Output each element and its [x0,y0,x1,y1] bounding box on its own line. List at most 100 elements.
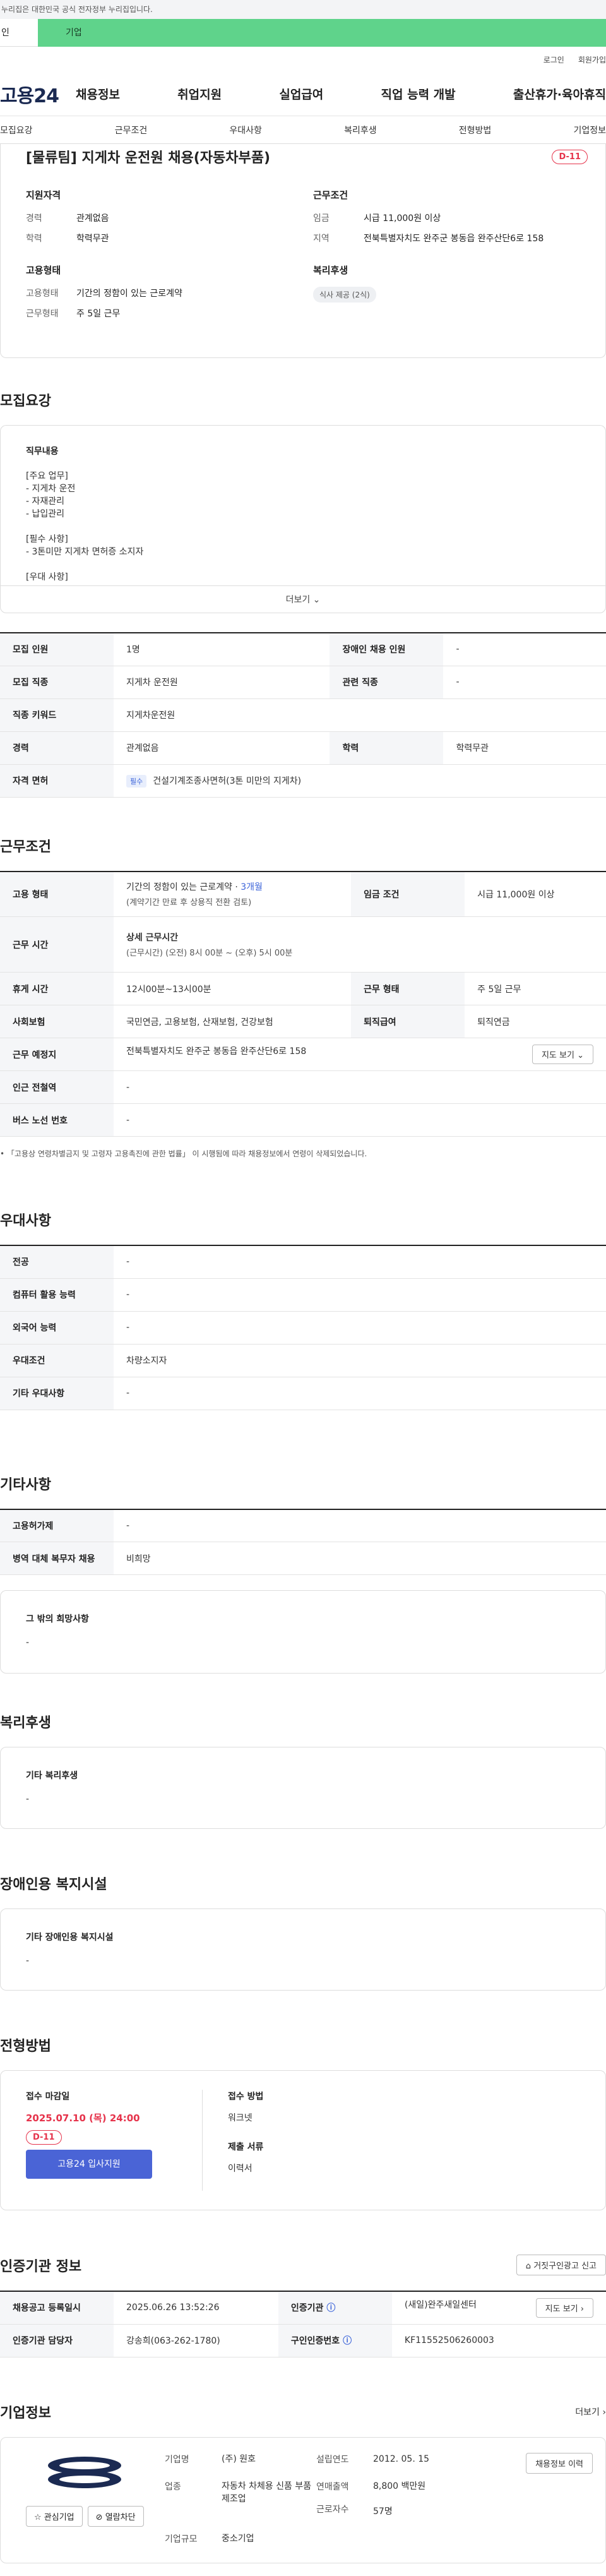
value: 필수 건설기계조종사면허(3톤 미만의 지게차) [114,764,606,798]
company-info: 기업명 (주) 원호 설립연도 2012. 05. 15 업종 자동차 차체용 신품 … [165,2453,526,2548]
value: 기간의 정함이 있는 근로계약 [76,289,182,299]
summary-cond-heading: 근무조건 [313,189,348,201]
value: 8,800 백만원 57명 [373,2480,461,2520]
more-label: 더보기 [285,595,311,605]
value: - [443,666,606,699]
method-value: 워크넷 [228,2113,252,2123]
table-row: 인증기관 담당자 강송희(063-262-1780) 구인인증번호 ⓘ KF115… [0,2324,606,2357]
method-heading: 접수 방법 [228,2092,264,2102]
value: 기간의 정함이 있는 근로계약 · 3개월 (계약기간 만료 후 상용직 전환 검… [114,871,352,917]
desc-line: - 지게차 운전 [26,484,76,494]
table-row: 근무 시간 상세 근무시간 (근무시간) (오전) 8시 00분 ~ (오후) 5… [0,916,606,973]
value: 시급 11,000원 이상 [465,871,606,917]
label: 모집 인원 [0,633,114,666]
desc-line: - 납입관리 [26,509,65,519]
label: 학력 [330,731,444,765]
report-label: 거짓구인광고 신고 [533,2261,597,2271]
map-button[interactable]: 지도 보기 ⌄ [532,1045,593,1064]
hours-value: (근무시간) (오전) 8시 00분 ~ (오후) 5시 00분 [126,949,293,958]
gnb-item-employment-support[interactable]: 취업지원 [177,85,222,102]
favorite-company-button[interactable]: ☆ 관심기업 [26,2505,83,2527]
etc-wish-box: 그 밖의 희망사항 - [0,1590,606,1674]
welfare-box: 기타 복리후생 - [0,1747,606,1829]
value: - [114,1070,606,1104]
duty-heading: 직무내용 [26,446,59,457]
table-row: 컴퓨터 활용 능력 - [0,1278,606,1312]
tab-company[interactable]: 기업 [38,19,606,47]
top-tabs: 인 기업 [0,19,606,47]
process-box: 접수 마감일 2025.07.10 (목) 24:00 D-11 고용24 입사… [0,2070,606,2210]
label: 휴게 시간 [0,972,114,1005]
anchor-tab-company[interactable]: 기업정보 [573,124,606,136]
anchor-tab-preference[interactable]: 우대사항 [229,124,262,136]
value: - [114,1103,606,1137]
home-icon: ⌂ [525,2261,532,2271]
label: 고용허가제 [0,1509,114,1542]
company-header: 기업정보 더보기 › [0,2402,606,2422]
site-logo[interactable]: 고용24 [0,80,76,108]
section-title-agency: 인증기관 정보 [0,2258,82,2275]
label: 업종 [165,2481,181,2492]
value: 1명 [114,633,330,666]
block-view-button[interactable]: ⊘ 열람차단 [87,2505,144,2527]
more-label: 더보기 [575,2407,600,2417]
anchor-tab-process[interactable]: 전형방법 [459,124,492,136]
tab-individual[interactable]: 인 [0,19,38,47]
deadline-col: 접수 마감일 2025.07.10 (목) 24:00 D-11 고용24 입사… [26,2090,203,2191]
info-icon[interactable]: ⓘ [343,2336,352,2346]
anchor-tabs: 모집요강 근무조건 우대사항 복리후생 전형방법 기업정보 [0,116,606,144]
signup-link[interactable]: 회원가입 [578,54,606,65]
anchor-tab-welfare[interactable]: 복리후생 [344,124,377,136]
label: 인근 전철역 [0,1070,114,1104]
info-icon[interactable]: ⓘ [326,2303,335,2313]
table-row: 고용허가제 - [0,1509,606,1542]
gnb-item-vocational-training[interactable]: 직업 능력 개발 [381,85,456,102]
table-row: 경력 관계없음 학력 학력무관 [0,731,606,765]
wish-value: - [26,1638,30,1648]
chevron-right-icon: › [580,2304,584,2314]
deadline-heading: 접수 마감일 [26,2092,70,2102]
company-box: ☆ 관심기업 ⊘ 열람차단 기업명 (주) 원호 설립연도 2012. 05. 15… [0,2436,606,2563]
chevron-down-icon: ⌄ [577,1051,584,1060]
welfare-value: - [26,1794,30,1804]
wish-heading: 그 밖의 희망사항 [26,1614,89,1624]
value: 중소기업 [222,2534,254,2544]
value: (새일)완주새일센터 지도 보기 › [391,2291,606,2325]
emp-period: 3개월 [241,882,263,893]
sales-value: 8,800 백만원 [373,2481,426,2491]
report-false-ad-button[interactable]: ⌂ 거짓구인광고 신고 [516,2255,606,2275]
company-more-link[interactable]: 더보기 › [575,2405,606,2418]
login-link[interactable]: 로그인 [544,54,564,65]
value: 전북특별자치도 완주군 봉동읍 완주산단6로 158 지도 보기 ⌄ [114,1038,606,1071]
agency-table: 채용공고 등록일시 2025.06.26 13:52:26 인증기관 ⓘ (새일)… [0,2291,606,2357]
job-title: [물류팀] 지게차 운전원 채용(자동차부품) [26,150,271,166]
value: - [114,1311,606,1345]
table-row: 전공 - [0,1245,606,1279]
gnb-item-parental-leave[interactable]: 출산휴가·육아휴직 [513,85,606,102]
section-title-conditions: 근무조건 [0,839,51,855]
label: 병역 대체 복무자 채용 [0,1542,114,1575]
more-button[interactable]: 더보기 ⌄ [0,585,606,613]
anchor-tab-conditions[interactable]: 근무조건 [115,124,148,136]
anchor-tab-recruit[interactable]: 모집요강 [0,124,33,136]
value: - [114,1377,606,1410]
etc-table: 고용허가제 - 병역 대체 복무자 채용 비희망 [0,1508,606,1575]
apply-button[interactable]: 고용24 입사지원 [26,2150,152,2179]
utility-bar: 로그인 회원가입 [0,47,606,72]
docs-heading: 제출 서류 [228,2142,264,2152]
job-description: 직무내용 [주요 업무] - 지게차 운전 - 자재관리 - 납입관리 [필수 … [0,425,606,613]
hiring-history-button[interactable]: 채용정보 이력 [526,2452,593,2474]
summary-employment: 고용형태 고용형태 기간의 정함이 있는 근로계약 근무형태 주 5일 근무 [26,263,300,327]
value: 차량소지자 [114,1344,606,1377]
dday-badge: D-11 [26,2130,62,2145]
gnb-item-jobs[interactable]: 채용정보 [76,85,120,102]
star-icon: ☆ [34,2512,42,2522]
bullet-icon: • [0,1149,5,1158]
summary-qualification: 지원자격 경력 관계없음 학력 학력무관 [26,188,300,252]
value: (주) 원호 [222,2453,256,2464]
gnb-item-unemployment-benefit[interactable]: 실업급여 [279,85,323,102]
label: 고용 형태 [0,871,114,917]
agency-map-button[interactable]: 지도 보기 › [535,2297,593,2318]
section-title-recruit: 모집요강 [0,393,51,409]
value: 주 5일 근무 [465,972,606,1005]
